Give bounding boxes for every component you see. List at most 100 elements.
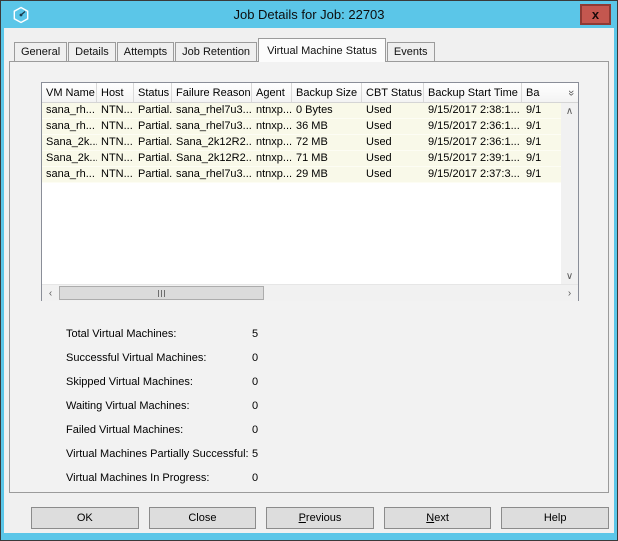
table-cell: ntnxp... — [252, 103, 292, 118]
column-header-label: CBT Status — [366, 87, 422, 99]
horizontal-scrollbar-track[interactable] — [264, 285, 561, 301]
table-cell: 9/15/2017 2:39:1... — [424, 151, 522, 166]
tab-attempts[interactable]: Attempts — [117, 42, 174, 61]
help-button[interactable]: Help — [501, 507, 609, 529]
table-cell: 9/1 — [522, 135, 561, 150]
table-cell: 71 MB — [292, 151, 362, 166]
summary-label: Virtual Machines In Progress: — [66, 472, 252, 484]
tab-events[interactable]: Events — [387, 42, 435, 61]
table-cell: Partial... — [134, 135, 172, 150]
table-cell: Used — [362, 151, 424, 166]
column-header-label: Failure Reason — [176, 87, 251, 99]
table-cell: ntnxp... — [252, 151, 292, 166]
table-cell: 9/15/2017 2:36:1... — [424, 119, 522, 134]
table-header: VM NameHost Status Failure Reason Agent Back… — [42, 83, 578, 103]
summary-row-successful-virtual-machines: Successful Virtual Machines:0 — [66, 346, 608, 370]
previous-button[interactable]: Previous — [266, 507, 374, 529]
table-cell: 9/1 — [522, 151, 561, 166]
summary-label: Successful Virtual Machines: — [66, 352, 252, 364]
table-cell: 0 Bytes — [292, 103, 362, 118]
summary-row-virtual-machines-partially-successful: Virtual Machines Partially Successful:5 — [66, 442, 608, 466]
table-cell: Partial... — [134, 119, 172, 134]
summary-value: 0 — [252, 424, 608, 436]
summary-label: Failed Virtual Machines: — [66, 424, 252, 436]
column-header-label: Backup Size — [296, 87, 357, 99]
column-header-label: VM Name — [46, 87, 95, 99]
table-cell: ntnxp... — [252, 167, 292, 182]
column-header-vm-name[interactable]: VM Name — [42, 83, 97, 102]
vertical-scrollbar[interactable]: ∧ ∨ — [561, 103, 578, 284]
table-cell: NTN... — [97, 135, 134, 150]
table-cell: 9/1 — [522, 103, 561, 118]
table-cell: 9/15/2017 2:37:3... — [424, 167, 522, 182]
summary-value: 0 — [252, 400, 608, 412]
column-header-backup-start-time[interactable]: Backup Start Time — [424, 83, 522, 102]
horizontal-scrollbar-thumb[interactable] — [59, 286, 264, 300]
close-button[interactable]: Close — [149, 507, 257, 529]
column-header-ba[interactable]: Ba » — [522, 83, 578, 102]
column-header-status[interactable]: Status — [134, 83, 172, 102]
table-cell: sana_rh... — [42, 167, 97, 182]
table-cell: Sana_2k12R2... — [172, 151, 252, 166]
table-cell: 72 MB — [292, 135, 362, 150]
tab-general[interactable]: General — [14, 42, 67, 61]
close-button[interactable]: x — [580, 4, 611, 25]
table-cell: sana_rh... — [42, 119, 97, 134]
scroll-right-icon[interactable]: › — [561, 285, 578, 301]
scroll-left-icon[interactable]: ‹ — [42, 285, 59, 301]
table-cell: 9/15/2017 2:38:1... — [424, 103, 522, 118]
vm-status-tab-panel: VM NameHost Status Failure Reason Agent Back… — [9, 61, 609, 493]
table-cell: Partial... — [134, 167, 172, 182]
table-cell: Partial... — [134, 151, 172, 166]
ok-button[interactable]: OK — [31, 507, 139, 529]
table-row[interactable]: sana_rh...NTN...Partial...sana_rhel7u3..… — [42, 119, 561, 135]
table-cell: 9/1 — [522, 119, 561, 134]
table-cell: 36 MB — [292, 119, 362, 134]
column-header-host[interactable]: Host — [97, 83, 134, 102]
next-button[interactable]: Next — [384, 507, 492, 529]
dialog-body: GeneralDetailsAttemptsJob RetentionVirtu… — [4, 28, 614, 533]
scrollbar-grip — [164, 290, 165, 297]
table-row[interactable]: Sana_2k...NTN...Partial...Sana_2k12R2...… — [42, 135, 561, 151]
table-cell: 9/15/2017 2:36:1... — [424, 135, 522, 150]
titlebar: Job Details for Job: 22703 x — [4, 1, 614, 28]
column-header-cbt-status[interactable]: CBT Status — [362, 83, 424, 102]
column-header-agent[interactable]: Agent — [252, 83, 292, 102]
summary-row-skipped-virtual-machines: Skipped Virtual Machines:0 — [66, 370, 608, 394]
column-header-backup-size[interactable]: Backup Size — [292, 83, 362, 102]
table-cell: NTN... — [97, 103, 134, 118]
tab-job-retention[interactable]: Job Retention — [175, 42, 257, 61]
summary-label: Virtual Machines Partially Successful: — [66, 448, 252, 460]
summary-value: 5 — [252, 328, 608, 340]
vm-summary: Total Virtual Machines:5Successful Virtu… — [66, 322, 608, 490]
summary-label: Waiting Virtual Machines: — [66, 400, 252, 412]
summary-row-virtual-machines-in-progress: Virtual Machines In Progress:0 — [66, 466, 608, 490]
table-row[interactable]: sana_rh...NTN...Partial...sana_rhel7u3..… — [42, 167, 561, 183]
summary-label: Skipped Virtual Machines: — [66, 376, 252, 388]
table-cell: 29 MB — [292, 167, 362, 182]
table-row[interactable]: Sana_2k...NTN...Partial...Sana_2k12R2...… — [42, 151, 561, 167]
table-cell: NTN... — [97, 151, 134, 166]
table-cell: NTN... — [97, 119, 134, 134]
footer-buttons: OK Close Previous Next Help — [9, 493, 609, 529]
window-title: Job Details for Job: 22703 — [4, 7, 614, 22]
column-header-label: Status — [138, 87, 169, 99]
column-overflow-icon[interactable]: » — [566, 89, 576, 95]
tab-details[interactable]: Details — [68, 42, 116, 61]
table-rows: sana_rh...NTN...Partial...sana_rhel7u3..… — [42, 103, 561, 284]
table-cell: Used — [362, 103, 424, 118]
scroll-down-icon[interactable]: ∨ — [561, 268, 578, 284]
tab-virtual-machine-status[interactable]: Virtual Machine Status — [258, 38, 386, 62]
table-cell: Partial... — [134, 103, 172, 118]
table-cell: sana_rhel7u3... — [172, 119, 252, 134]
column-header-label: Agent — [256, 87, 285, 99]
scroll-up-icon[interactable]: ∧ — [561, 103, 578, 119]
table-row[interactable]: sana_rh...NTN...Partial...sana_rhel7u3..… — [42, 103, 561, 119]
table-cell: Sana_2k... — [42, 151, 97, 166]
tab-bar: GeneralDetailsAttemptsJob RetentionVirtu… — [9, 38, 609, 61]
column-header-failure-reason[interactable]: Failure Reason — [172, 83, 252, 102]
column-header-label: Ba — [526, 87, 539, 99]
horizontal-scrollbar[interactable]: ‹ › — [42, 284, 578, 301]
table-cell: Used — [362, 135, 424, 150]
summary-value: 5 — [252, 448, 608, 460]
